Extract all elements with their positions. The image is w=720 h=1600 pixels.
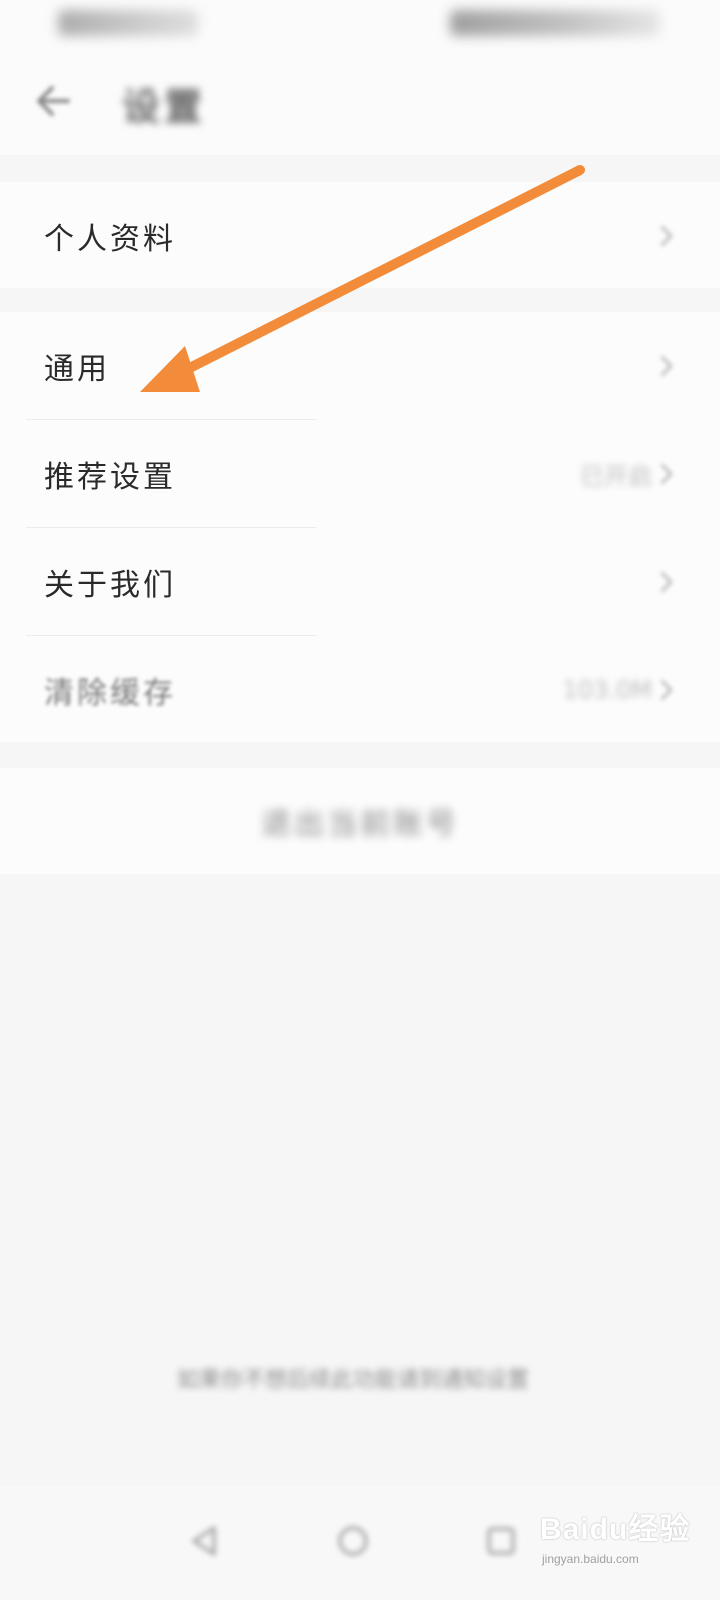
watermark-logo-text: Baidu经验 <box>540 1513 691 1546</box>
chevron-right-icon <box>651 354 674 377</box>
settings-row-label: 推荐设置 <box>44 459 176 495</box>
page-title: 设置 <box>122 85 207 129</box>
settings-row-general[interactable]: 通用 <box>0 312 720 419</box>
settings-row-value: 103.0M <box>562 675 652 704</box>
status-signal-icons <box>58 10 198 36</box>
settings-row-value: 已开启 <box>580 462 652 490</box>
settings-row-label: 通用 <box>44 351 110 387</box>
settings-row-profile[interactable]: 个人资料 <box>0 182 720 289</box>
watermark-url: jingyan.baidu.com <box>542 1552 639 1566</box>
chevron-right-icon <box>651 570 674 593</box>
settings-group-general: 通用 推荐设置 已开启 关于我们 清除缓存 103.0M <box>0 312 720 742</box>
chevron-right-icon <box>651 678 674 701</box>
nav-back-icon[interactable] <box>186 1522 224 1560</box>
settings-row-label: 关于我们 <box>44 567 176 603</box>
settings-row-clear-cache[interactable]: 清除缓存 103.0M <box>0 636 720 743</box>
status-battery-time <box>450 10 660 36</box>
settings-row-about[interactable]: 关于我们 <box>0 528 720 635</box>
nav-home-icon[interactable] <box>334 1522 372 1560</box>
settings-row-label: 个人资料 <box>44 221 176 257</box>
chevron-right-icon <box>651 462 674 485</box>
nav-recent-icon[interactable] <box>482 1522 520 1560</box>
settings-row-recommend[interactable]: 推荐设置 已开启 <box>0 420 720 527</box>
settings-group-profile: 个人资料 <box>0 182 720 288</box>
header: 设置 <box>0 50 720 155</box>
footer-notice-line: 如果你不想后续此功能请到通知设置 <box>176 1368 529 1393</box>
settings-screen: 设置 个人资料 通用 推荐设置 已开启 关于我们 清除缓存 103.0M 退出当… <box>0 0 720 1600</box>
footer-notice: 如果你不想后续此功能请到通知设置 <box>168 1362 538 1398</box>
logout-label: 退出当前账号 <box>261 807 459 842</box>
baidu-jingyan-watermark: Baidu经验 jingyan.baidu.com <box>540 1490 710 1594</box>
status-bar <box>0 0 720 50</box>
settings-row-label: 清除缓存 <box>44 675 176 711</box>
chevron-right-icon <box>651 224 674 247</box>
arrow-left-icon[interactable] <box>32 80 74 122</box>
logout-button[interactable]: 退出当前账号 <box>0 768 720 874</box>
